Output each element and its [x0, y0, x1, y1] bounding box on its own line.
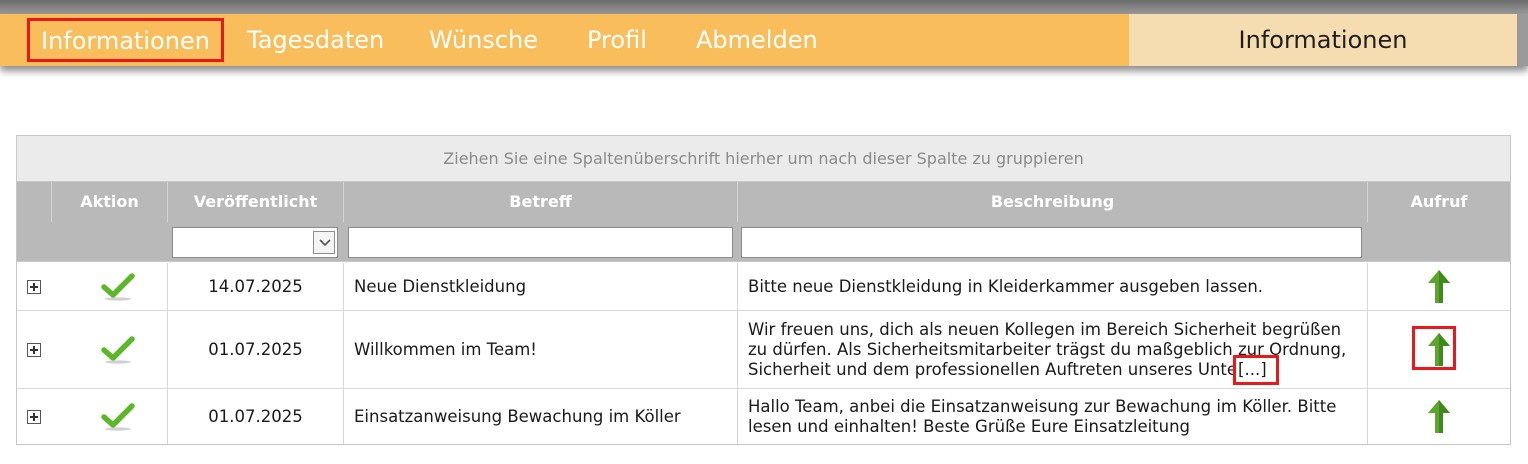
expand-plus-icon[interactable]	[27, 279, 41, 294]
betreff-filter-input[interactable]	[348, 227, 733, 258]
row-subject-text: Neue Dienstkleidung	[354, 276, 527, 296]
date-filter-dropdown-button[interactable]	[313, 231, 335, 254]
header-beschreibung[interactable]: Beschreibung	[737, 182, 1367, 222]
open-button[interactable]	[1419, 397, 1459, 437]
row-date-text: 01.07.2025	[208, 340, 303, 359]
arrow-up-icon	[1428, 269, 1450, 303]
header-aufruf[interactable]: Aufruf	[1367, 182, 1510, 222]
page-title: Informationen	[1129, 14, 1517, 66]
row-date: 01.07.2025	[167, 389, 343, 444]
navbar-edge	[1517, 14, 1528, 66]
row-expand-cell	[17, 311, 51, 388]
table-row: 01.07.2025 Einsatzanweisung Bewachung im…	[17, 389, 1510, 444]
row-open-cell	[1367, 389, 1510, 444]
filter-row	[17, 222, 1510, 262]
row-open-cell	[1367, 263, 1510, 310]
row-subject: Neue Dienstkleidung	[343, 263, 737, 310]
header-betreff[interactable]: Betreff	[343, 182, 737, 222]
checkmark-icon[interactable]	[101, 335, 135, 364]
row-date: 01.07.2025	[167, 311, 343, 388]
row-description: Hallo Team, anbei die Einsatzanweisung z…	[737, 389, 1367, 444]
open-button[interactable]	[1419, 267, 1459, 307]
row-subject-text: Einsatzanweisung Bewachung im Köller	[354, 406, 681, 426]
description-line: Wir freuen uns, dich als neuen Kollegen …	[748, 319, 1342, 339]
table-row: 14.07.2025 Neue Dienstkleidung Bitte neu…	[17, 263, 1510, 311]
row-description: Wir freuen uns, dich als neuen Kollegen …	[737, 311, 1367, 388]
header-veroeffentlicht[interactable]: Veröffentlicht	[167, 182, 343, 222]
table-row: 01.07.2025 Willkommen im Team! Wir freue…	[17, 311, 1510, 389]
row-subject-text: Willkommen im Team!	[354, 339, 537, 359]
row-action-cell	[51, 263, 167, 310]
description-line: lesen und einhalten! Beste Grüße Eure Ei…	[748, 416, 1191, 436]
column-header-row: Aktion Veröffentlicht Betreff Beschreibu…	[17, 182, 1510, 222]
checkmark-icon[interactable]	[101, 402, 135, 431]
nav-abmelden[interactable]: Abmelden	[696, 14, 818, 66]
information-grid: Ziehen Sie eine Spaltenüberschrift hierh…	[16, 135, 1511, 445]
nav-wuensche[interactable]: Wünsche	[429, 14, 538, 66]
row-expand-cell	[17, 263, 51, 310]
open-button[interactable]	[1412, 325, 1459, 370]
header-expand-column	[17, 182, 51, 222]
main-navigation: Informationen Tagesdaten Wünsche Profil …	[0, 14, 1528, 66]
row-subject: Einsatzanweisung Bewachung im Köller	[343, 389, 737, 444]
beschreibung-filter-input[interactable]	[741, 227, 1362, 258]
window-top-strip	[0, 0, 1528, 14]
filter-cell-beschreibung	[737, 222, 1367, 262]
read-more-link[interactable]: [...]	[1233, 354, 1279, 385]
row-action-cell	[51, 389, 167, 444]
filter-cell-date	[167, 222, 343, 262]
row-date-text: 14.07.2025	[208, 277, 303, 296]
description-line: Sicherheit und dem professionellen Auftr…	[748, 359, 1238, 379]
nav-profil[interactable]: Profil	[587, 14, 647, 66]
description-line: Hallo Team, anbei die Einsatzanweisung z…	[748, 396, 1337, 416]
row-subject: Willkommen im Team!	[343, 311, 737, 388]
row-action-cell	[51, 311, 167, 388]
nav-tagesdaten[interactable]: Tagesdaten	[247, 14, 384, 66]
row-open-cell	[1367, 311, 1510, 388]
filter-cell-betreff	[343, 222, 737, 262]
group-by-panel[interactable]: Ziehen Sie eine Spaltenüberschrift hierh…	[17, 136, 1510, 182]
row-date: 14.07.2025	[167, 263, 343, 310]
arrow-up-icon	[1428, 399, 1450, 433]
nav-informationen[interactable]: Informationen	[27, 18, 224, 62]
date-filter-select[interactable]	[172, 227, 338, 258]
row-date-text: 01.07.2025	[208, 407, 303, 426]
row-expand-cell	[17, 389, 51, 444]
expand-plus-icon[interactable]	[27, 342, 41, 357]
description-line: Bitte neue Dienstkleidung in Kleiderkamm…	[748, 276, 1264, 296]
checkmark-icon[interactable]	[101, 272, 135, 301]
expand-plus-icon[interactable]	[27, 409, 41, 424]
row-description: Bitte neue Dienstkleidung in Kleiderkamm…	[737, 263, 1367, 310]
header-aktion[interactable]: Aktion	[51, 182, 167, 222]
chevron-down-icon	[319, 239, 331, 247]
arrow-up-icon	[1428, 332, 1450, 366]
